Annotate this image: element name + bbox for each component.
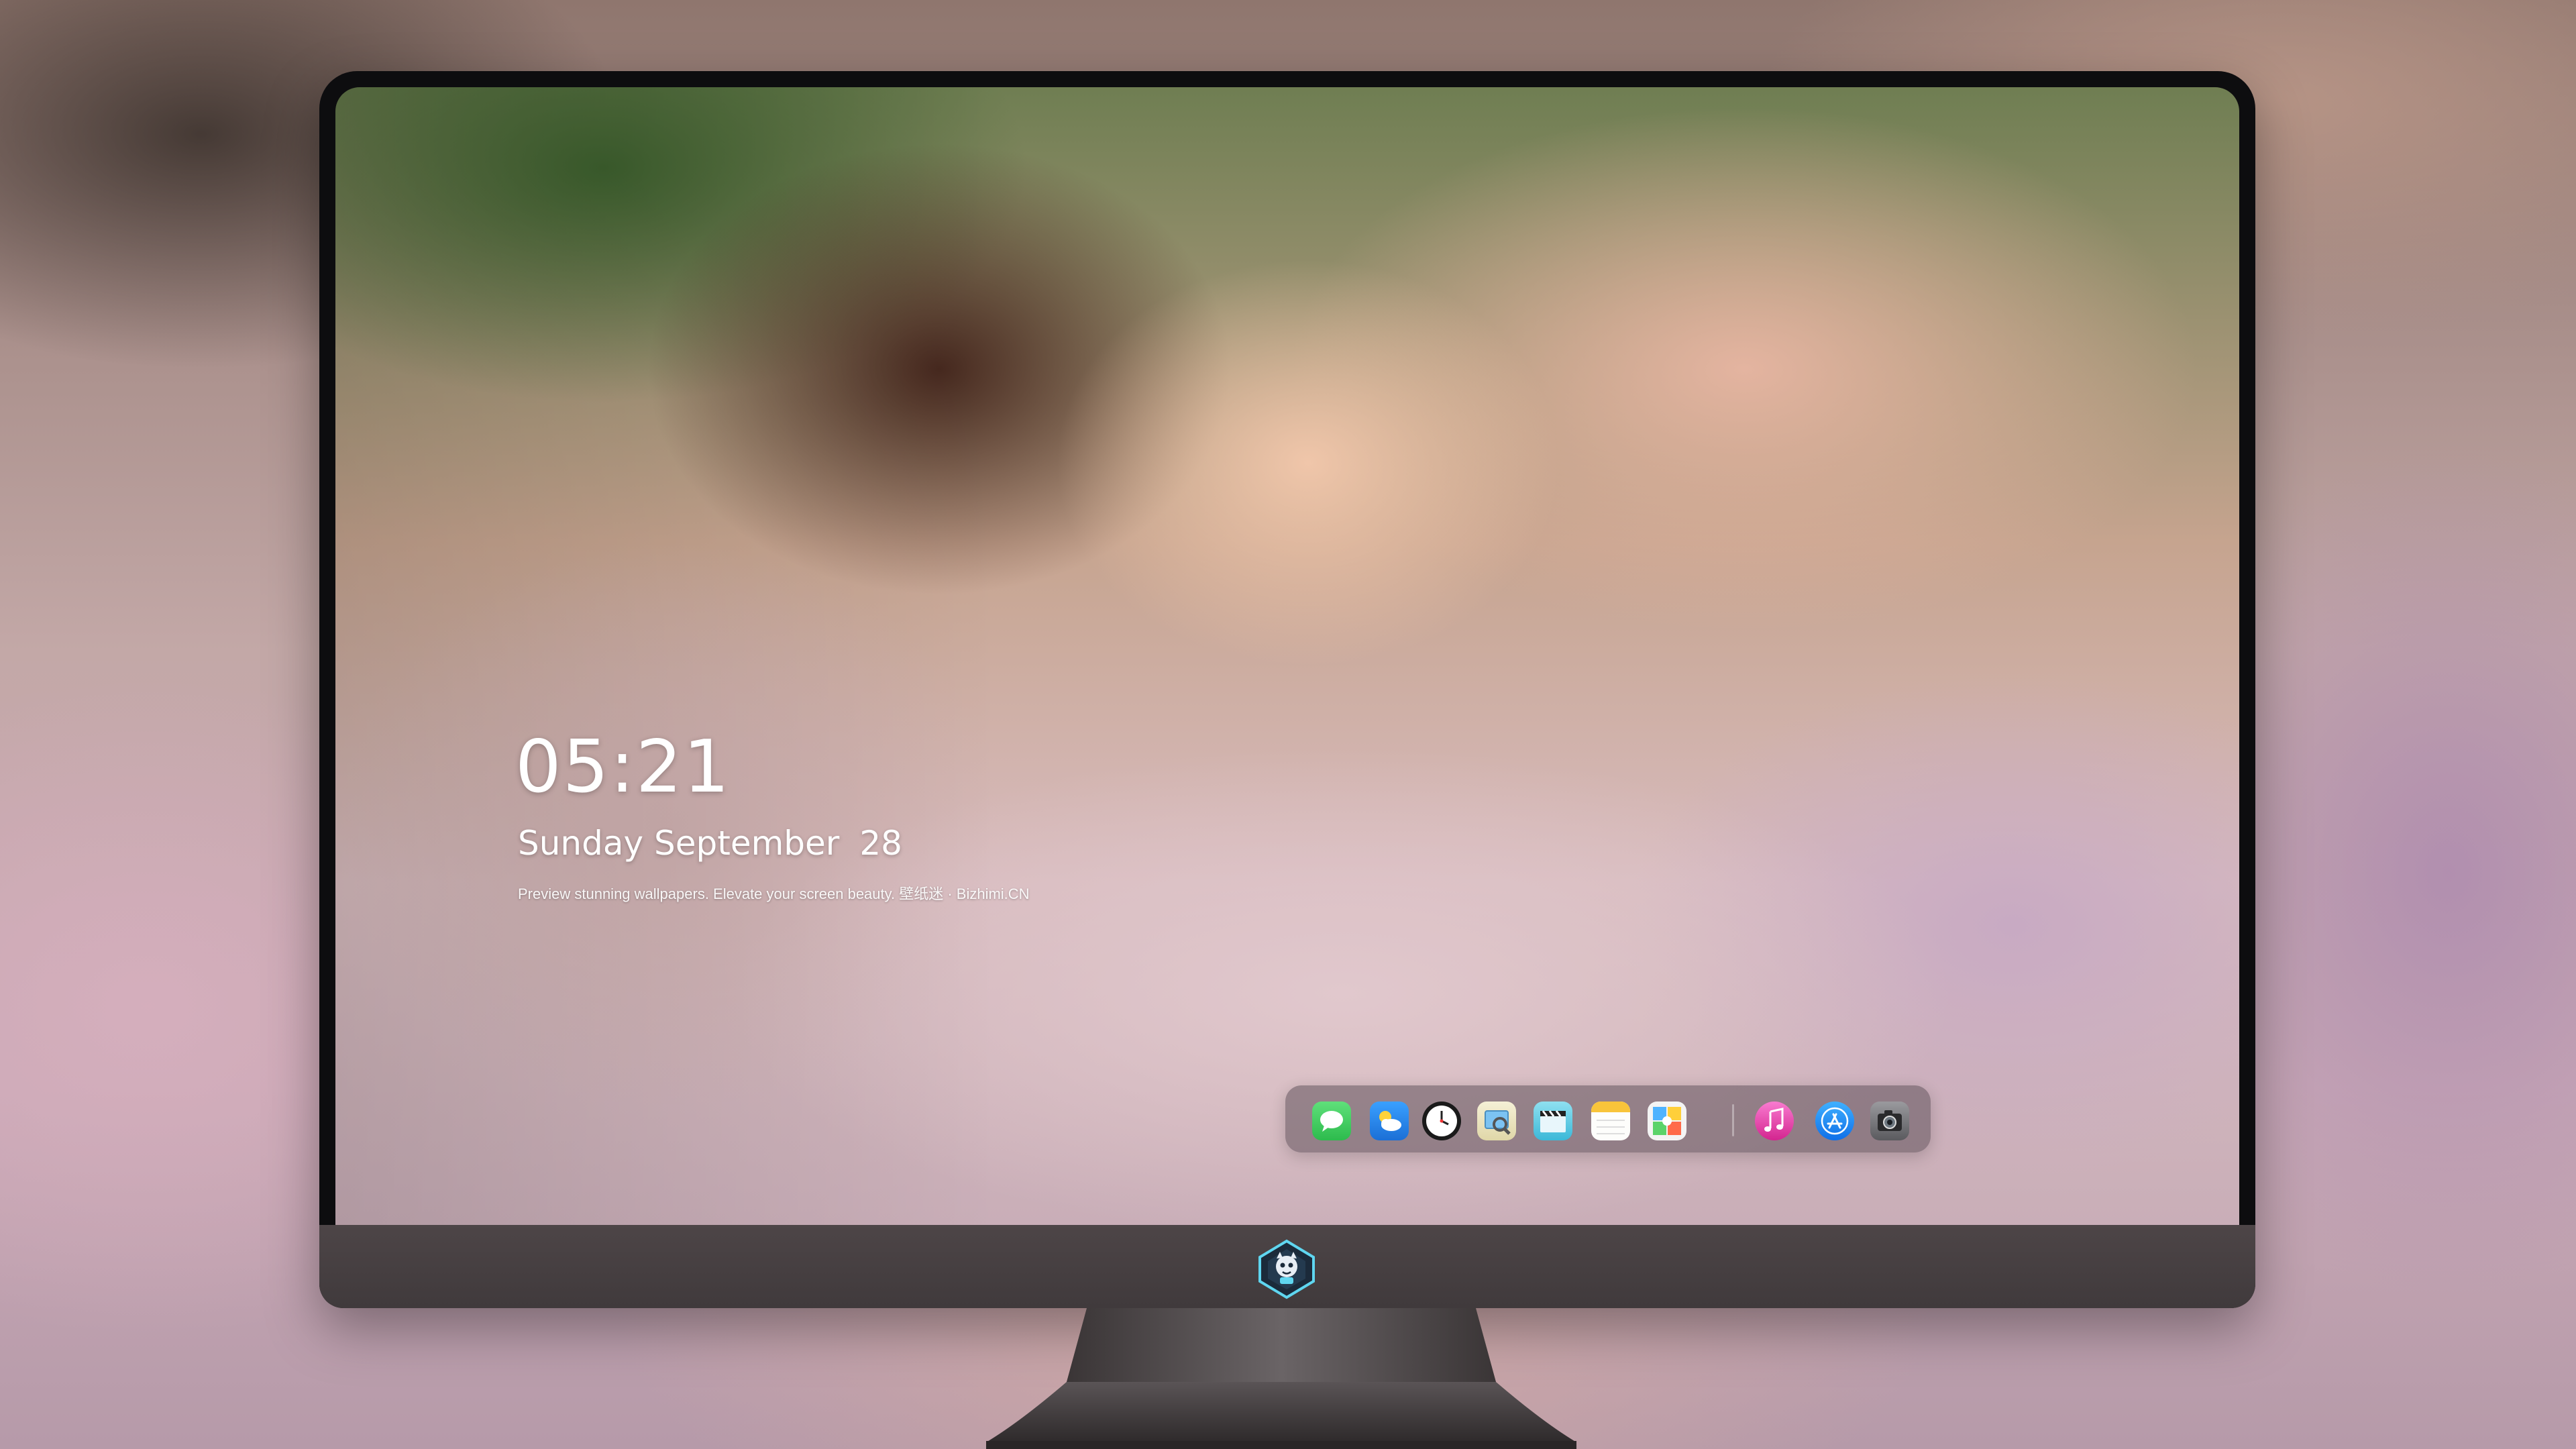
clapperboard-icon[interactable] [1534,1102,1572,1140]
lock-screen-time: 05:21 [515,725,731,809]
camera-icon[interactable] [1870,1102,1909,1140]
dock-separator [1732,1104,1734,1136]
lock-screen-wallpaper: 05:21 Sunday September 28 Preview stunnin… [335,87,2239,1225]
weather-icon[interactable] [1370,1102,1409,1140]
lock-screen-day: 28 [859,824,902,863]
lock-screen-date: Sunday September 28 [518,826,902,860]
wallpaper-caption: Preview stunning wallpapers. Elevate you… [518,885,1030,902]
dock [1285,1085,1931,1152]
monitor-chin [319,1225,2255,1308]
monitor: 05:21 Sunday September 28 Preview stunnin… [319,71,2255,1308]
photo-booth-icon[interactable] [1648,1102,1686,1140]
lock-screen-weekday-month: Sunday September [518,824,840,863]
notes-icon[interactable] [1591,1102,1630,1140]
monitor-stand [986,1308,1576,1449]
music-icon[interactable] [1755,1102,1794,1140]
preview-icon[interactable] [1477,1102,1516,1140]
messages-icon[interactable] [1312,1102,1351,1140]
blurred-background: 05:21 Sunday September 28 Preview stunnin… [0,0,2576,1449]
app-store-icon[interactable] [1815,1102,1854,1140]
brand-logo-icon [1258,1239,1315,1299]
clock-icon[interactable] [1422,1102,1461,1140]
